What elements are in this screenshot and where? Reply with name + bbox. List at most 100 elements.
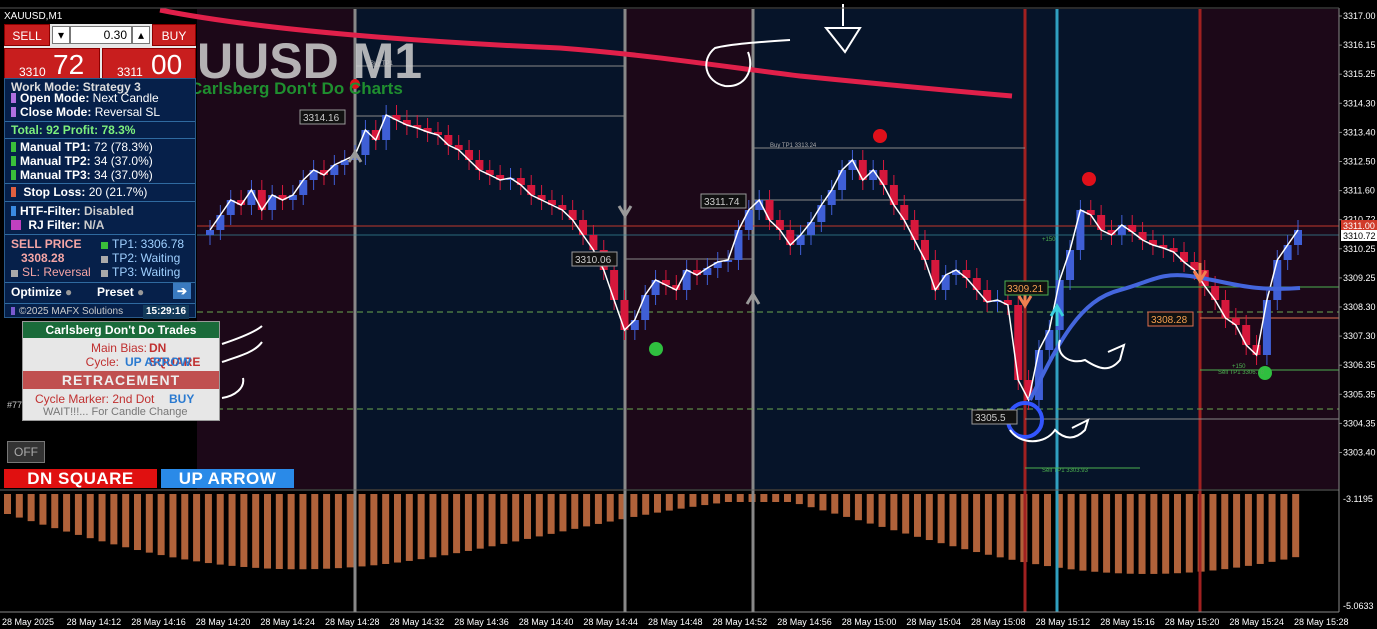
- buy-price-button[interactable]: 3311 00: [102, 48, 196, 82]
- tp-label: Buy TP1 3313.24: [770, 143, 817, 149]
- histogram-bar: [1067, 494, 1075, 570]
- htf-filter: HTF-Filter: Disabled: [11, 204, 134, 218]
- candle-body: [247, 190, 256, 205]
- tp3-status: TP3: Waiting: [101, 265, 180, 279]
- level-label: 3310.06: [575, 255, 612, 266]
- time-axis: 28 May 2025 28 May 14:12 28 May 14:16 28 Ma…: [2, 617, 1349, 627]
- histogram-bar: [1091, 494, 1099, 572]
- histogram-bar: [1008, 494, 1016, 560]
- histogram-bar: [311, 494, 319, 570]
- histogram-bar: [547, 494, 555, 534]
- histogram-bar: [287, 494, 295, 570]
- candle-body: [1076, 210, 1085, 250]
- price-axis-tick: 3305.35: [1343, 389, 1376, 399]
- histogram-bar: [204, 494, 212, 564]
- candle-body: [651, 280, 660, 295]
- histogram-bar: [1103, 494, 1111, 573]
- candle-body: [610, 270, 619, 300]
- level-label: 3305.5: [975, 413, 1006, 424]
- histogram-bar: [736, 494, 744, 502]
- bid-price-label: 3310.72: [1343, 231, 1376, 241]
- tp2-stat: Manual TP2: 34 (37.0%): [11, 154, 153, 168]
- tp-label: Sell TP1 3306.78: [1218, 370, 1265, 376]
- histogram-bar: [193, 494, 201, 562]
- histogram-bar: [973, 494, 981, 553]
- time-axis-tick: 28 May 15:20: [1165, 617, 1220, 627]
- histogram-bar: [275, 494, 283, 569]
- histogram-bar: [429, 494, 437, 558]
- lot-increase-button[interactable]: ▴: [132, 26, 150, 44]
- buy-button[interactable]: BUY: [152, 24, 196, 46]
- wait-message: WAIT!!!... For Candle Change: [43, 406, 188, 418]
- green-dot-marker: [649, 342, 663, 356]
- candle-body: [734, 230, 743, 260]
- histogram-bar: [559, 494, 567, 532]
- red-dot-marker: [1082, 172, 1096, 186]
- candle-body: [475, 160, 484, 170]
- histogram-bar: [252, 494, 260, 568]
- time-axis-tick: 28 May 14:24: [260, 617, 315, 627]
- price-axis-tick: 3315.25: [1343, 69, 1376, 79]
- tp-label: +150: [1042, 237, 1056, 243]
- time-axis-tick: 28 May 15:16: [1100, 617, 1155, 627]
- candle-body: [1138, 232, 1147, 240]
- histogram-bar: [228, 494, 236, 566]
- tp-label: Sell TP1 3303.93: [1042, 468, 1089, 474]
- candle-body: [910, 220, 919, 240]
- total-profit: Total: 92 Profit: 78.3%: [11, 123, 136, 137]
- histogram-bar: [1209, 494, 1217, 571]
- chart-canvas[interactable]: 3314.16 3311.74 3310.06 3309.21 3308.28 …: [0, 0, 1377, 629]
- sell-price-big: 72: [53, 49, 85, 80]
- candle-body: [889, 185, 898, 205]
- preset-button[interactable]: Preset ●: [97, 285, 144, 299]
- histogram-bar: [583, 494, 591, 527]
- histogram-bar: [606, 494, 614, 522]
- candle-body: [206, 230, 214, 235]
- histogram-bar: [949, 494, 957, 547]
- cycle-marker-label: Cycle Marker: 2nd Dot: [35, 392, 155, 406]
- one-click-trading-panel: SELL ▾ 0.30 ▴ BUY 3310 72 3311 00: [4, 24, 196, 82]
- histogram-bar: [535, 494, 543, 537]
- time-axis-tick: 28 May 14:20: [196, 617, 251, 627]
- histogram-bar: [854, 494, 862, 521]
- histogram-bar: [1256, 494, 1264, 564]
- histogram-bar: [724, 494, 732, 502]
- zone-rect: [1200, 9, 1339, 489]
- rj-filter: RJ Filter: N/A: [11, 218, 104, 232]
- price-axis-tick: 3307.30: [1343, 331, 1376, 341]
- histogram-bar: [1044, 494, 1051, 567]
- candle-body: [1294, 230, 1302, 245]
- time-axis-tick: 28 May 15:12: [1036, 617, 1091, 627]
- histogram-bar: [169, 494, 177, 558]
- candle-body: [268, 195, 277, 210]
- sell-price-button[interactable]: 3310 72: [4, 48, 100, 82]
- histogram-bar: [264, 494, 271, 569]
- off-button[interactable]: OFF: [7, 441, 45, 463]
- candle-body: [382, 115, 391, 140]
- lot-decrease-button[interactable]: ▾: [52, 26, 70, 44]
- price-axis-tick: 3311.60: [1343, 186, 1375, 196]
- histogram-bar: [15, 494, 23, 518]
- histogram-bar: [157, 494, 165, 556]
- histogram-bar: [1032, 494, 1040, 565]
- optimize-button[interactable]: Optimize ●: [11, 285, 72, 299]
- candle-body: [682, 270, 691, 290]
- candle-body: [1283, 245, 1292, 260]
- time-axis-tick: 28 May 15:00: [842, 617, 897, 627]
- sell-button[interactable]: SELL: [4, 24, 50, 46]
- histogram-bar: [843, 494, 851, 517]
- lot-size-input[interactable]: 0.30: [70, 26, 132, 44]
- histogram-bar: [334, 494, 342, 569]
- up-arrow-banner: UP ARROW: [161, 469, 294, 488]
- histogram-bar: [1280, 494, 1288, 560]
- price-axis-tick: 3314.30: [1343, 98, 1376, 108]
- main-bias-label: Main Bias:: [90, 341, 147, 355]
- histogram-bar: [594, 494, 602, 524]
- tp1-stat: Manual TP1: 72 (78.3%): [11, 140, 153, 154]
- candle-body: [796, 235, 805, 245]
- time-axis-tick: 28 May 14:12: [67, 617, 122, 627]
- histogram-bar: [382, 494, 390, 564]
- histogram-bar: [240, 494, 248, 567]
- arrow-right-icon[interactable]: ➔: [173, 283, 191, 299]
- candle-body: [1045, 330, 1054, 350]
